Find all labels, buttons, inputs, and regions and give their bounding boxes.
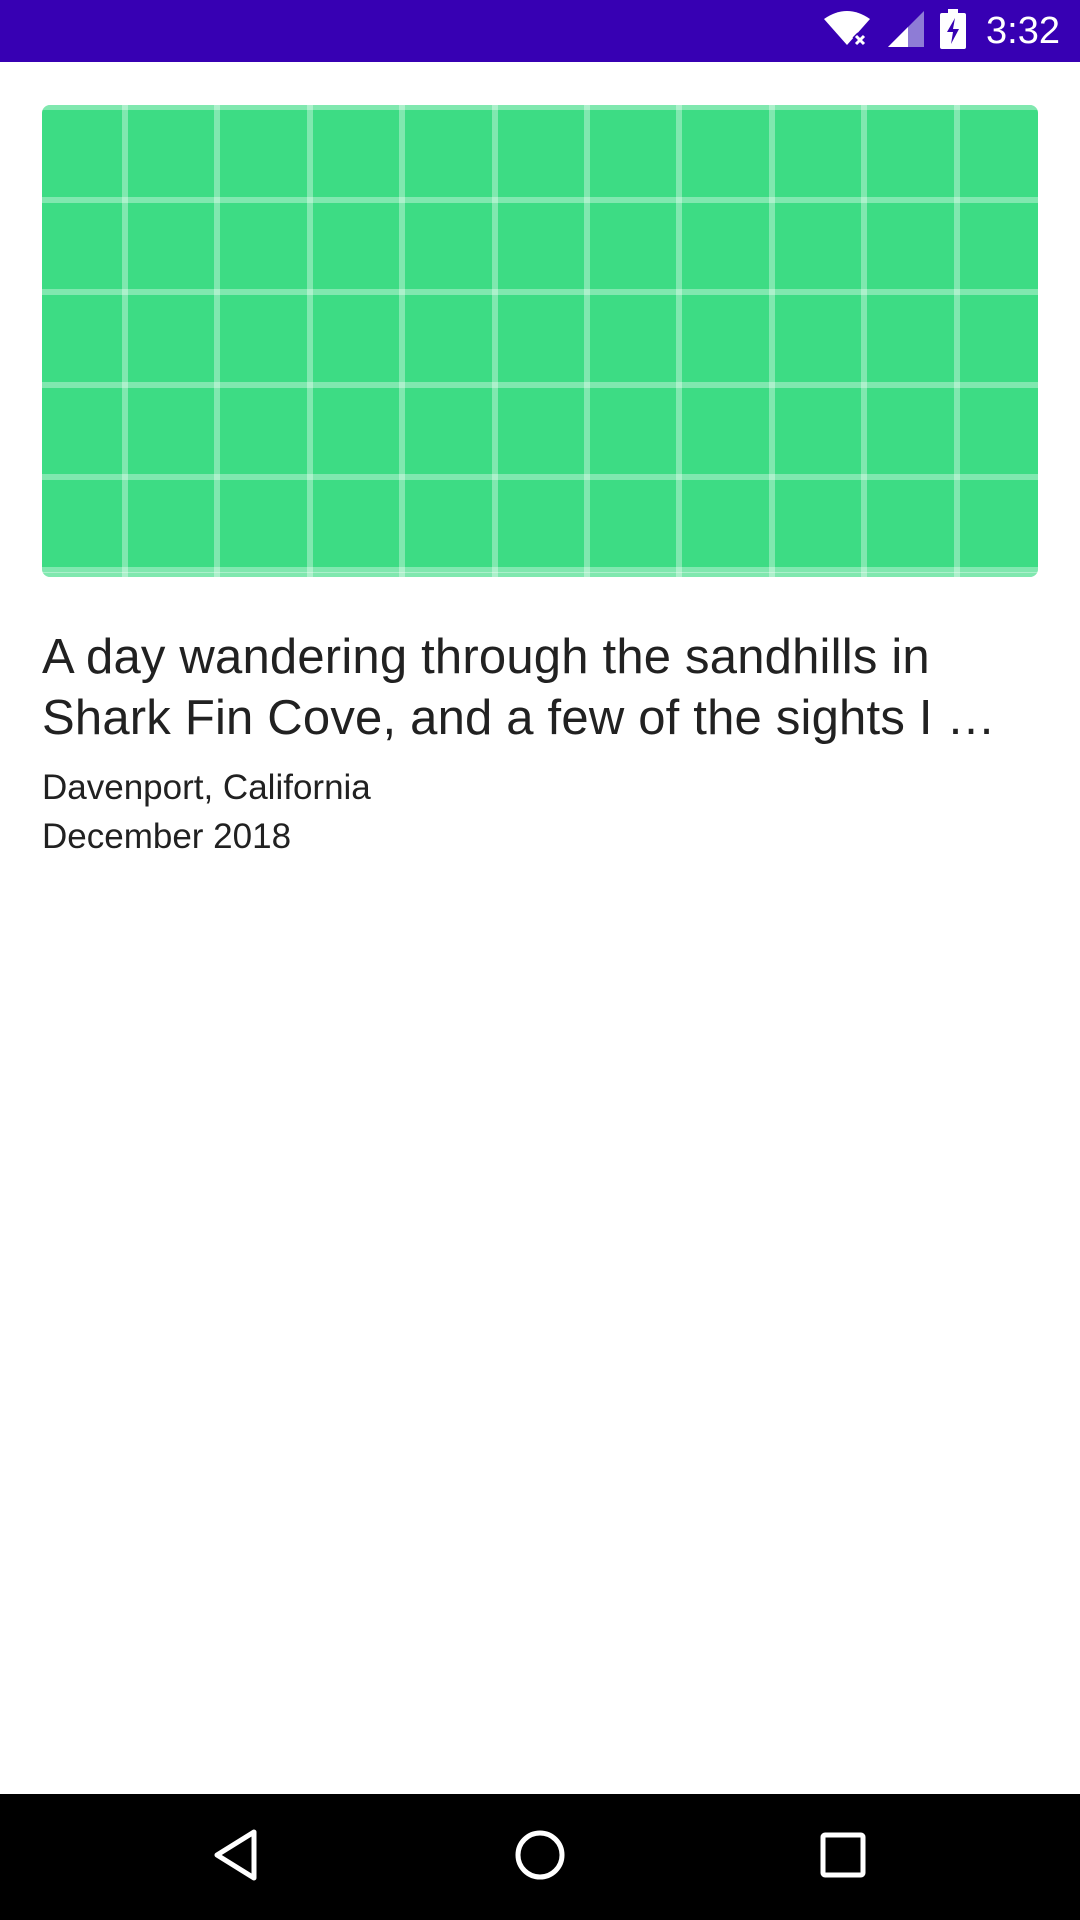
grid-line-horizontal: [42, 382, 1038, 388]
grid-line-vertical: [122, 105, 128, 577]
grid-line-vertical: [769, 105, 775, 577]
grid-line-vertical: [214, 105, 220, 577]
grid-line-vertical: [584, 105, 590, 577]
grid-line-vertical: [676, 105, 682, 577]
home-button[interactable]: [477, 1794, 603, 1920]
hero-image: [42, 105, 1038, 577]
story-card[interactable]: A day wandering through the sandhills in…: [42, 105, 1038, 861]
image-background: [42, 105, 1038, 577]
image-placeholder-grid: [42, 105, 1038, 577]
grid-border: [42, 105, 1038, 110]
cellular-signal-icon: [886, 9, 926, 54]
back-icon: [212, 1828, 260, 1887]
story-location: Davenport, California: [42, 768, 371, 807]
grid-line-horizontal: [42, 197, 1038, 203]
grid-line-vertical: [399, 105, 405, 577]
grid-border: [42, 572, 1038, 577]
story-title: A day wandering through the sandhills in…: [42, 630, 996, 745]
back-button[interactable]: [173, 1794, 299, 1920]
screen: 3:32 A day wandering through the sandhil…: [0, 0, 1080, 1920]
grid-line-vertical: [954, 105, 960, 577]
navigation-bar: [0, 1794, 1080, 1920]
status-icons: 3:32: [822, 0, 1060, 62]
wifi-off-icon: [822, 10, 872, 52]
grid-line-horizontal: [42, 474, 1038, 480]
home-icon: [514, 1829, 566, 1886]
grid-line-vertical: [861, 105, 867, 577]
battery-charging-icon: [940, 8, 967, 54]
recents-icon: [820, 1832, 866, 1883]
recents-button[interactable]: [780, 1794, 906, 1920]
status-bar: 3:32: [0, 0, 1080, 62]
status-time: 3:32: [986, 9, 1060, 52]
story-date: December 2018: [42, 817, 292, 856]
grid-line-horizontal: [42, 289, 1038, 295]
grid-line-vertical: [307, 105, 313, 577]
grid-line-vertical: [492, 105, 498, 577]
